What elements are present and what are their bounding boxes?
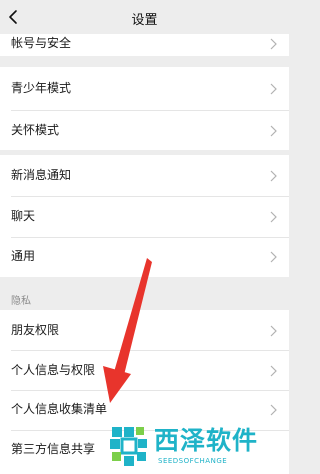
settings-item-general[interactable]: 通用 — [0, 237, 289, 277]
settings-item-label: 个人信息与权限 — [11, 363, 96, 377]
row-divider — [11, 196, 289, 197]
chevron-right-icon — [270, 325, 277, 337]
settings-item-label: 通用 — [11, 249, 36, 263]
watermark: 西泽软件 SEEDSOFCHANGE — [108, 425, 283, 471]
row-divider — [11, 237, 289, 238]
settings-item-label: 帐号与安全 — [11, 36, 72, 50]
watermark-subtitle: SEEDSOFCHANGE — [158, 457, 228, 465]
settings-item-personal-info-permissions[interactable]: 个人信息与权限 — [0, 350, 289, 390]
chevron-right-icon — [270, 404, 277, 416]
watermark-logo-icon — [110, 427, 147, 466]
chevron-right-icon — [270, 170, 277, 182]
row-divider — [11, 350, 289, 351]
settings-item-teen-mode[interactable]: 青少年模式 — [0, 67, 289, 110]
section-header-privacy: 隐私 — [11, 296, 31, 307]
settings-item-new-message-notification[interactable]: 新消息通知 — [0, 155, 289, 196]
watermark-title: 西泽软件 — [154, 426, 259, 455]
settings-item-chat[interactable]: 聊天 — [0, 196, 289, 237]
settings-item-care-mode[interactable]: 关怀模式 — [0, 110, 289, 150]
chevron-right-icon — [270, 251, 277, 263]
settings-item-label: 聊天 — [11, 209, 36, 223]
chevron-right-icon — [270, 38, 277, 50]
row-divider — [11, 110, 289, 111]
settings-item-label: 个人信息收集清单 — [11, 402, 108, 416]
chevron-right-icon — [270, 83, 277, 95]
row-divider — [11, 390, 289, 391]
chevron-right-icon — [270, 211, 277, 223]
settings-item-personal-info-collection-list[interactable]: 个人信息收集清单 — [0, 390, 289, 430]
chevron-right-icon — [270, 125, 277, 137]
settings-item-label: 青少年模式 — [11, 81, 72, 95]
settings-item-friend-permissions[interactable]: 朋友权限 — [0, 310, 289, 350]
settings-item-label: 朋友权限 — [11, 323, 60, 337]
navigation-bar: 设置 — [0, 0, 289, 34]
page-title: 设置 — [131, 13, 158, 28]
settings-item-label: 新消息通知 — [11, 168, 72, 182]
settings-item-label: 第三方信息共享 — [11, 442, 96, 456]
settings-item-label: 关怀模式 — [11, 123, 60, 137]
settings-item-account-security[interactable]: 帐号与安全 — [0, 34, 289, 56]
chevron-right-icon — [270, 365, 277, 377]
